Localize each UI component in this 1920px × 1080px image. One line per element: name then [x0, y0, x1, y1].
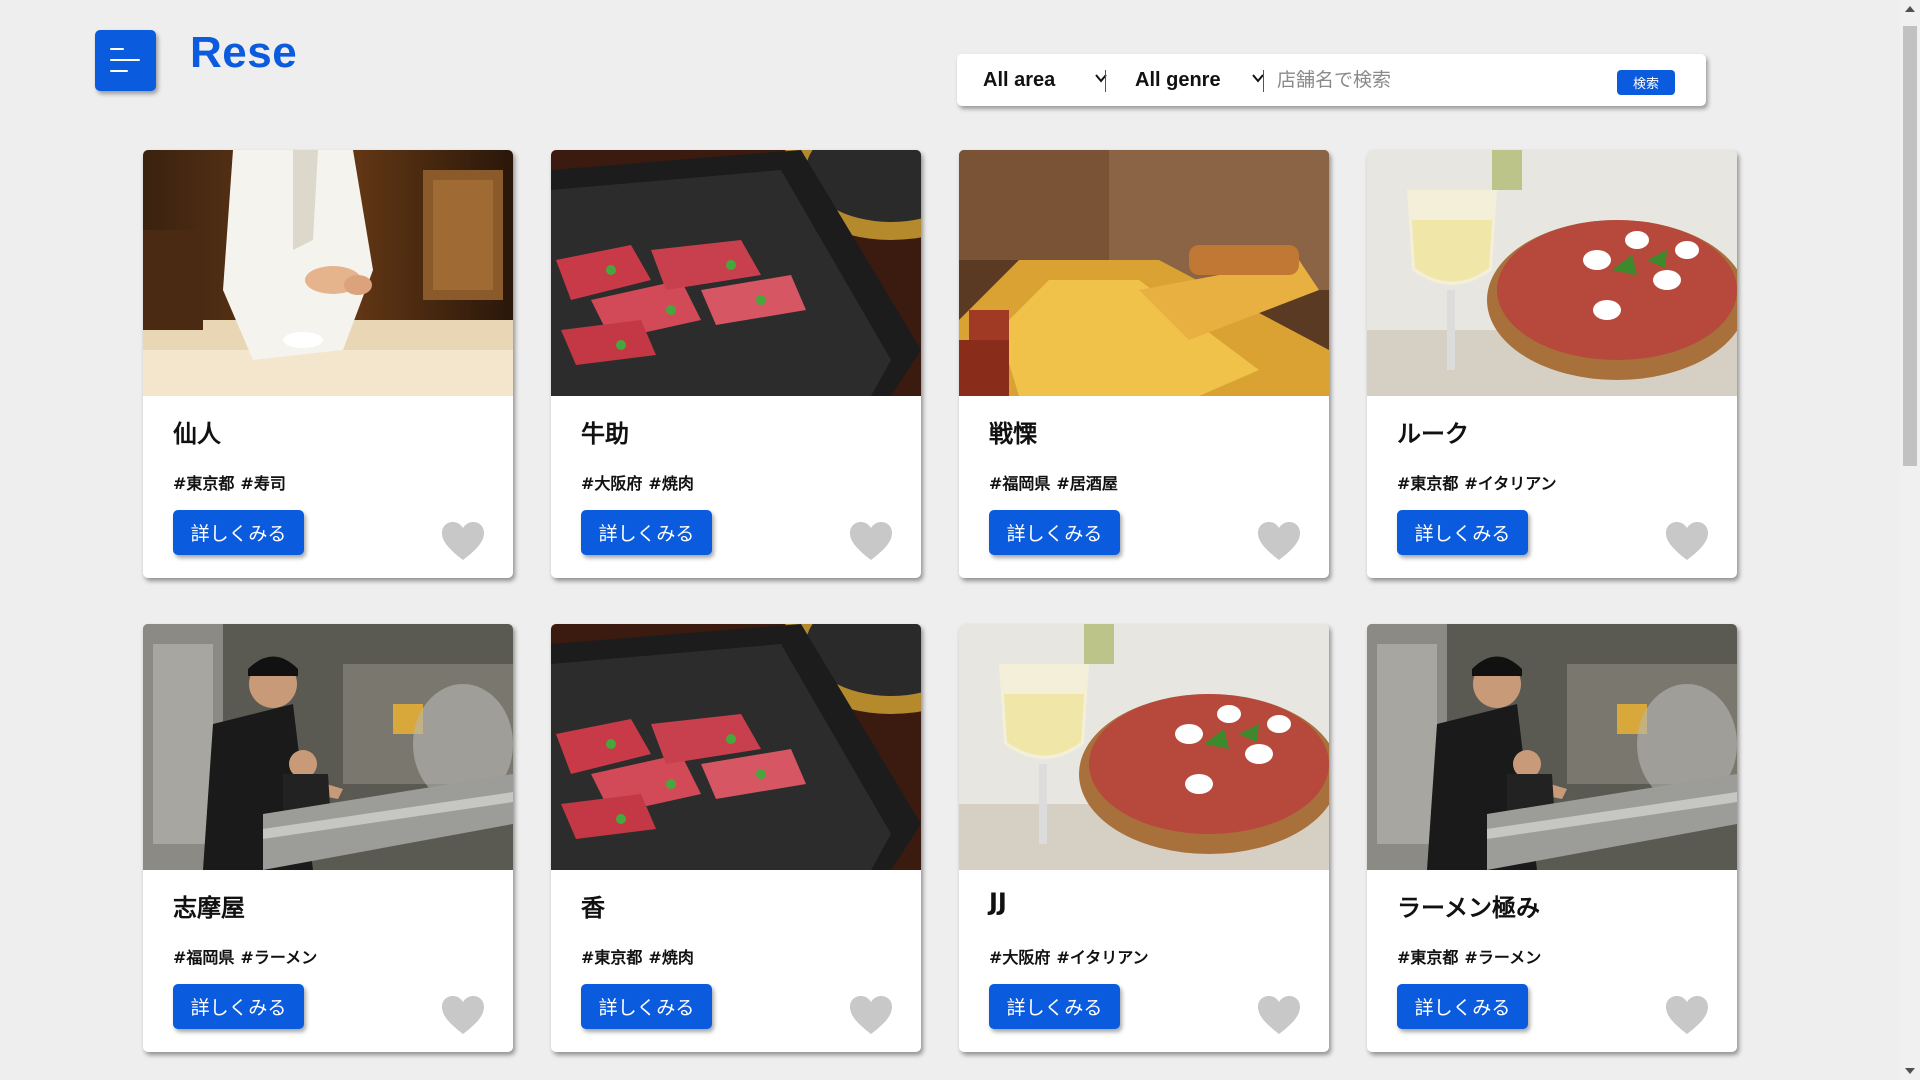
shop-detail-button[interactable]: 詳しくみる [1397, 984, 1528, 1029]
shop-photo [143, 150, 513, 396]
genre-select[interactable]: All genre [1135, 54, 1265, 106]
shop-card: 香 #東京都 #焼肉 詳しくみる [551, 624, 921, 1052]
shop-photo [551, 150, 921, 396]
genre-select-value: All genre [1135, 68, 1221, 91]
favorite-heart-icon[interactable] [848, 994, 894, 1036]
area-select[interactable]: All area [983, 54, 1108, 106]
shop-tags: #東京都 #寿司 [173, 470, 286, 494]
shop-detail-button[interactable]: 詳しくみる [173, 510, 304, 555]
shop-photo-image [1367, 150, 1737, 396]
shop-tags: #大阪府 #焼肉 [581, 470, 694, 494]
shop-name: 仙人 [173, 420, 221, 448]
shop-area-tag: #東京都 [1397, 948, 1459, 967]
shop-photo-image [551, 150, 921, 396]
app-logo[interactable]: Rese [190, 28, 297, 78]
shop-photo [959, 150, 1329, 396]
shop-detail-button[interactable]: 詳しくみる [989, 984, 1120, 1029]
shop-genre-tag: #イタリアン [1056, 948, 1149, 967]
search-button[interactable]: 検索 [1617, 70, 1675, 95]
shop-photo [1367, 150, 1737, 396]
shop-detail-button[interactable]: 詳しくみる [989, 510, 1120, 555]
scrollbar-thumb[interactable] [1903, 26, 1917, 466]
favorite-heart-icon[interactable] [848, 520, 894, 562]
page: Rese All area All genre 検索 [0, 0, 1920, 1080]
shop-name: 香 [581, 894, 605, 922]
shop-card: 牛助 #大阪府 #焼肉 詳しくみる [551, 150, 921, 578]
shop-name: 戦慄 [989, 420, 1037, 448]
shop-name: JJ [989, 888, 1007, 916]
menu-button[interactable] [95, 30, 156, 91]
shop-genre-tag: #ラーメン [240, 948, 318, 967]
shop-area-tag: #大阪府 [989, 948, 1051, 967]
area-select-value: All area [983, 68, 1056, 91]
shop-genre-tag: #居酒屋 [1056, 474, 1118, 493]
shop-photo-image [143, 150, 513, 396]
favorite-heart-icon[interactable] [1256, 520, 1302, 562]
shop-genre-tag: #ラーメン [1464, 948, 1542, 967]
shop-card: ルーク #東京都 #イタリアン 詳しくみる [1367, 150, 1737, 578]
shop-card: 仙人 #東京都 #寿司 詳しくみる [143, 150, 513, 578]
shop-tags: #福岡県 #居酒屋 [989, 470, 1118, 494]
shop-photo-image [959, 624, 1329, 870]
shop-photo [1367, 624, 1737, 870]
shop-name: ルーク [1397, 420, 1469, 448]
favorite-heart-icon[interactable] [1664, 520, 1710, 562]
shop-tags: #大阪府 #イタリアン [989, 944, 1149, 968]
shop-detail-button[interactable]: 詳しくみる [581, 510, 712, 555]
shop-genre-tag: #焼肉 [648, 474, 694, 493]
shop-photo-image [551, 624, 921, 870]
shop-photo [551, 624, 921, 870]
shop-name: 牛助 [581, 420, 629, 448]
shop-genre-tag: #寿司 [240, 474, 286, 493]
shop-area-tag: #東京都 [581, 948, 643, 967]
shop-area-tag: #東京都 [173, 474, 235, 493]
favorite-heart-icon[interactable] [1256, 994, 1302, 1036]
hamburger-line [110, 70, 128, 72]
favorite-heart-icon[interactable] [440, 520, 486, 562]
shop-name: ラーメン極み [1397, 894, 1541, 922]
shop-photo [959, 624, 1329, 870]
divider [1105, 70, 1106, 92]
shop-tags: #東京都 #イタリアン [1397, 470, 1557, 494]
shop-photo [143, 624, 513, 870]
shop-tags: #東京都 #焼肉 [581, 944, 694, 968]
search-bar: All area All genre 検索 [957, 54, 1706, 106]
shop-area-tag: #東京都 [1397, 474, 1459, 493]
shop-photo-image [1367, 624, 1737, 870]
divider [1263, 70, 1264, 92]
shop-genre-tag: #イタリアン [1464, 474, 1557, 493]
shop-detail-button[interactable]: 詳しくみる [1397, 510, 1528, 555]
scroll-up-arrow-icon[interactable] [1905, 6, 1915, 12]
shop-photo-image [959, 150, 1329, 396]
shop-tags: #東京都 #ラーメン [1397, 944, 1541, 968]
favorite-heart-icon[interactable] [440, 994, 486, 1036]
shop-photo-image [143, 624, 513, 870]
shop-tags: #福岡県 #ラーメン [173, 944, 317, 968]
vertical-scrollbar[interactable] [1900, 0, 1920, 1080]
hamburger-line [110, 59, 140, 61]
shop-detail-button[interactable]: 詳しくみる [173, 984, 304, 1029]
favorite-heart-icon[interactable] [1664, 994, 1710, 1036]
shop-area-tag: #福岡県 [989, 474, 1051, 493]
shop-genre-tag: #焼肉 [648, 948, 694, 967]
hamburger-menu-icon [110, 48, 124, 50]
shop-card: 戦慄 #福岡県 #居酒屋 詳しくみる [959, 150, 1329, 578]
scroll-down-arrow-icon[interactable] [1905, 1068, 1915, 1074]
shop-name-search-input[interactable] [1277, 64, 1607, 96]
shop-area-tag: #福岡県 [173, 948, 235, 967]
shop-card: JJ #大阪府 #イタリアン 詳しくみる [959, 624, 1329, 1052]
shop-card-grid: 仙人 #東京都 #寿司 詳しくみる 牛助 #大阪府 #焼肉 詳しくみる 戦慄 #… [143, 150, 1739, 1052]
shop-name: 志摩屋 [173, 894, 245, 922]
shop-detail-button[interactable]: 詳しくみる [581, 984, 712, 1029]
shop-card: ラーメン極み #東京都 #ラーメン 詳しくみる [1367, 624, 1737, 1052]
shop-area-tag: #大阪府 [581, 474, 643, 493]
shop-card: 志摩屋 #福岡県 #ラーメン 詳しくみる [143, 624, 513, 1052]
